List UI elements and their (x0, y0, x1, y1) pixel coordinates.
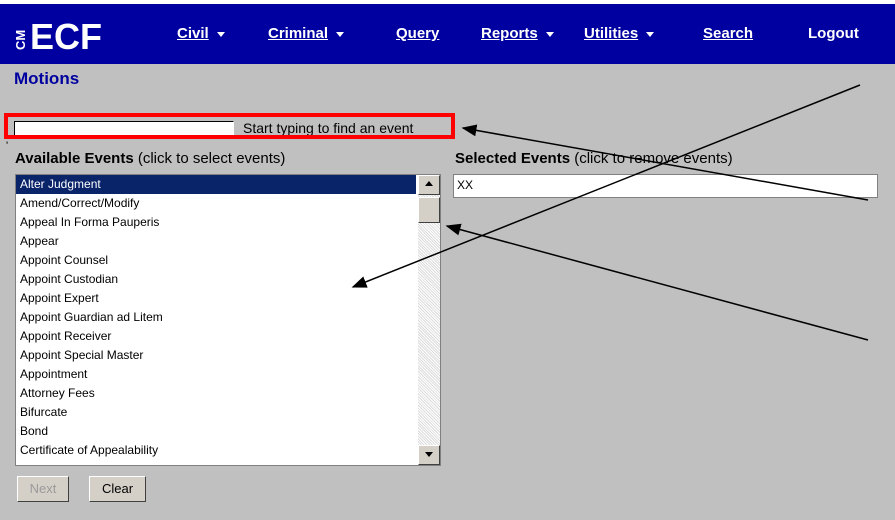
annotation-arrow-search (461, 124, 869, 201)
annotation-arrow-scrollbar (445, 223, 869, 341)
annotation-arrow-list (351, 84, 861, 288)
annotation-arrows (351, 84, 869, 341)
